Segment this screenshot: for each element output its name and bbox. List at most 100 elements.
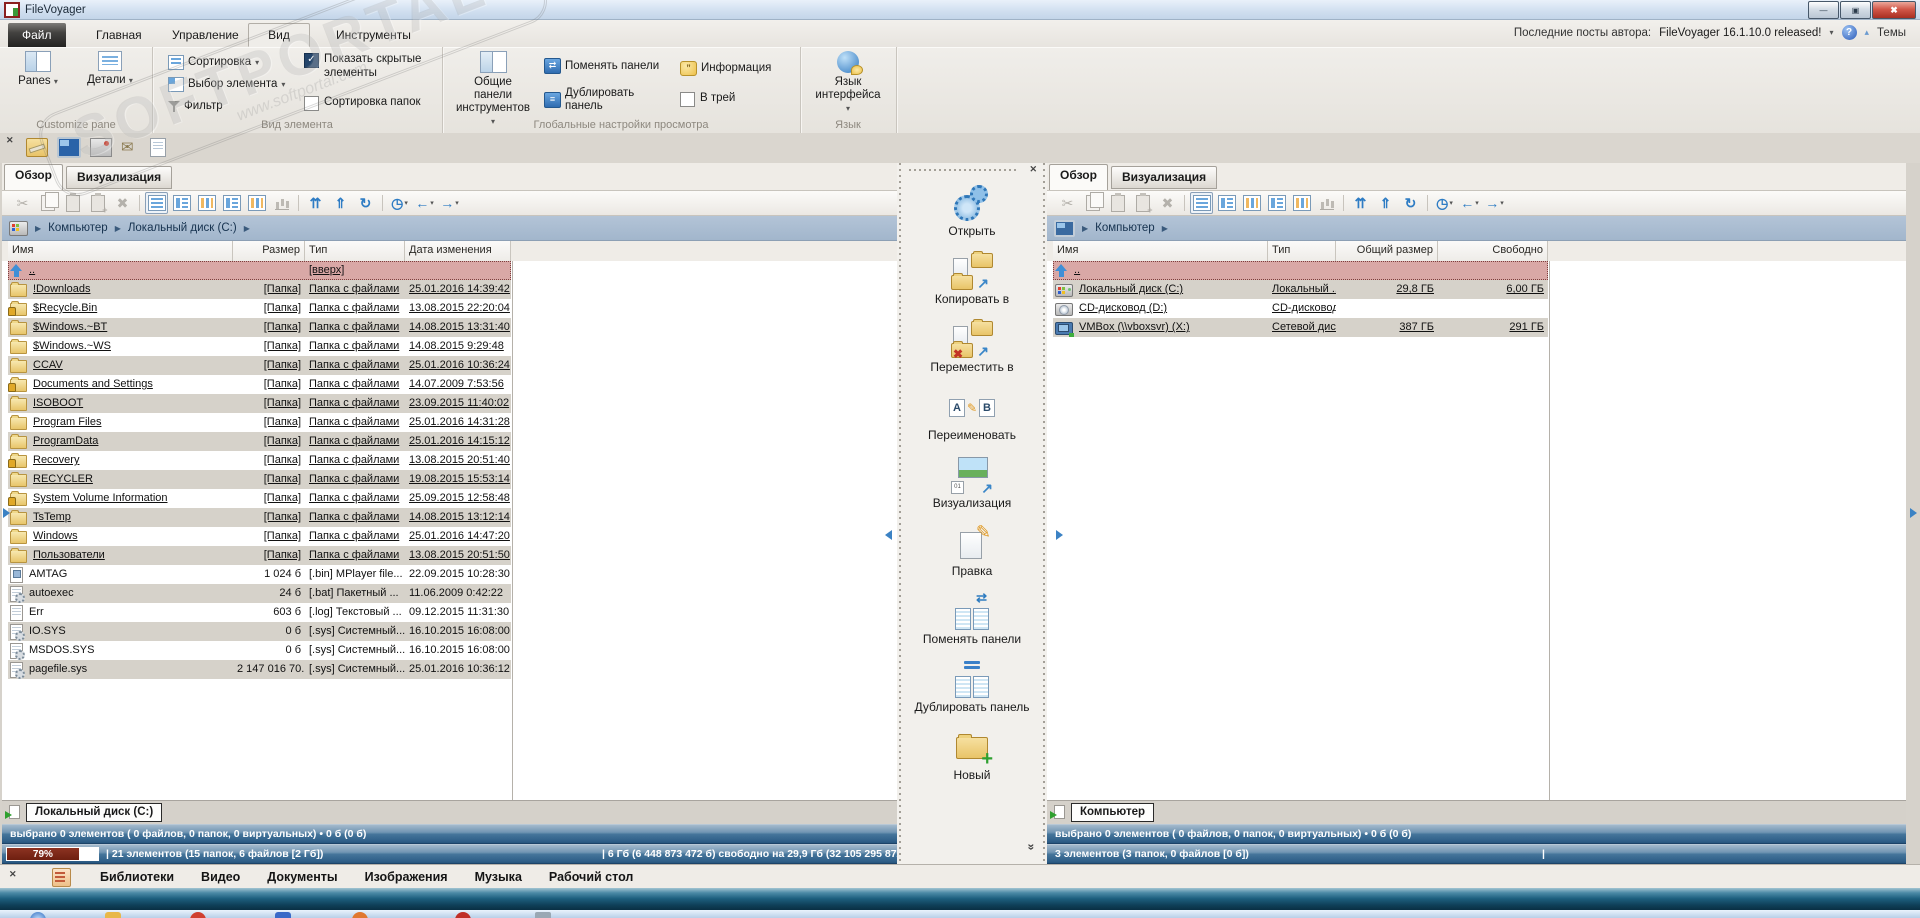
expand-right-panel-arrow[interactable] bbox=[1910, 508, 1917, 518]
collapse-left-pane-arrow[interactable] bbox=[885, 530, 892, 540]
link-video[interactable]: Видео bbox=[201, 870, 240, 884]
sort-folders-checkbox[interactable]: Сортировка папок bbox=[304, 95, 434, 111]
breadcrumb-item[interactable]: Локальный диск (C:) bbox=[128, 222, 237, 234]
close-links-bar-button[interactable]: ✕ bbox=[9, 869, 17, 880]
view-small-icons-icon[interactable] bbox=[195, 192, 218, 214]
view-list-grid-icon[interactable] bbox=[1265, 192, 1288, 214]
column-header-name[interactable]: Имя bbox=[8, 241, 233, 261]
drive-row[interactable]: Локальный диск (C:) Локальный ... 29,8 ГБ 6… bbox=[1053, 280, 1548, 299]
go-top-icon[interactable]: ⇈ bbox=[304, 192, 327, 214]
file-row[interactable]: Program Files [Папка] Папка с файлами 25.01… bbox=[8, 413, 511, 432]
tab-main[interactable]: Главная bbox=[82, 24, 156, 46]
view-columns-icon[interactable] bbox=[1315, 192, 1338, 214]
go-up-icon[interactable]: ⇑ bbox=[329, 192, 352, 214]
file-row[interactable]: ProgramData [Папка] Папка с файлами 25.01.2… bbox=[8, 432, 511, 451]
file-row[interactable]: System Volume Information [Папка] Папка с … bbox=[8, 489, 511, 508]
action-visualize-button[interactable]: 01 ↗ Визуализация bbox=[897, 457, 1047, 525]
forward-icon[interactable]: → ▾ bbox=[438, 192, 461, 214]
file-row[interactable]: Recovery [Папка] Папка с файлами 13.08.2015… bbox=[8, 451, 511, 470]
tab-view[interactable]: Вид bbox=[248, 23, 310, 47]
help-icon[interactable]: ? bbox=[1841, 25, 1857, 40]
copy-icon[interactable] bbox=[1081, 192, 1104, 214]
tray-checkbox[interactable]: В трей bbox=[680, 91, 735, 107]
taskbar-app-icon[interactable] bbox=[190, 912, 206, 918]
action-edit-button[interactable]: ✎ Правка bbox=[897, 523, 1047, 593]
taskbar-app-icon[interactable] bbox=[352, 912, 368, 918]
tab-visualization[interactable]: Визуализация bbox=[1111, 166, 1218, 189]
duplicate-panel-button[interactable]: ≡ Дублировать панель bbox=[544, 87, 664, 113]
details-button[interactable]: Детали ▾ bbox=[74, 51, 146, 87]
tab-file[interactable]: Файл bbox=[8, 23, 66, 47]
column-header-type[interactable]: Тип bbox=[305, 241, 405, 261]
copy-icon[interactable] bbox=[36, 192, 59, 214]
link-desktop[interactable]: Рабочий стол bbox=[549, 870, 633, 884]
action-copy-to-button[interactable]: ↗ Копировать в bbox=[897, 251, 1047, 321]
close-button[interactable]: ✖ bbox=[1872, 1, 1916, 19]
forward-icon[interactable]: → ▾ bbox=[1483, 192, 1506, 214]
file-row[interactable]: ISOBOOT [Папка] Папка с файлами 23.09.2015 … bbox=[8, 394, 511, 413]
action-swap-panels-button[interactable]: ⇄ Поменять панели bbox=[897, 590, 1047, 661]
file-row[interactable]: AMTAG 1 024 б [.bin] MPlayer file... 22.09.… bbox=[8, 565, 511, 584]
expand-left-panel-arrow[interactable] bbox=[3, 508, 10, 518]
swap-panels-button[interactable]: ⇄ Поменять панели bbox=[544, 57, 659, 75]
action-open-button[interactable]: Открыть bbox=[897, 185, 1047, 253]
tab-tools[interactable]: Инструменты bbox=[322, 24, 425, 46]
taskbar-app-icon[interactable] bbox=[455, 912, 471, 918]
drive-row[interactable]: CD-дисковод (D:) CD-дисковод bbox=[1053, 299, 1548, 318]
sort-button[interactable]: Сортировка ▾ bbox=[168, 53, 259, 71]
link-documents[interactable]: Документы bbox=[267, 870, 337, 884]
file-row[interactable]: $Windows.~WS [Папка] Папка с файлами 14.08.… bbox=[8, 337, 511, 356]
link-libraries[interactable]: Библиотеки bbox=[100, 870, 174, 884]
action-new-button[interactable]: + Новый bbox=[897, 729, 1047, 797]
view-list-icon[interactable] bbox=[145, 192, 168, 214]
link-images[interactable]: Изображения bbox=[365, 870, 448, 884]
view-details-icon[interactable] bbox=[1215, 192, 1238, 214]
interface-language-button[interactable]: Язык интерфейса ▾ bbox=[812, 51, 884, 115]
column-header-total-size[interactable]: Общий размер bbox=[1336, 241, 1438, 261]
select-element-button[interactable]: Выбор элемента ▾ bbox=[168, 75, 285, 93]
restore-button[interactable]: ▣ bbox=[1840, 1, 1871, 19]
file-row[interactable]: IO.SYS 0 б [.sys] Системный... 16.10.2015 1… bbox=[8, 622, 511, 641]
collapse-right-pane-arrow[interactable] bbox=[1056, 530, 1063, 540]
quick-mail-icon[interactable]: ✉ bbox=[121, 139, 141, 156]
view-tiles-icon[interactable] bbox=[1290, 192, 1313, 214]
cut-icon[interactable]: ✂ bbox=[11, 192, 34, 214]
left-location-tab[interactable]: Локальный диск (C:) bbox=[26, 803, 163, 822]
file-row[interactable]: $Windows.~BT [Папка] Папка с файлами 14.08.… bbox=[8, 318, 511, 337]
file-row[interactable]: Documents and Settings [Папка] Папка с фай… bbox=[8, 375, 511, 394]
close-middle-panel-button[interactable]: ✕ bbox=[1029, 164, 1037, 175]
breadcrumb-item[interactable]: Компьютер bbox=[1095, 222, 1155, 234]
history-icon[interactable]: ◷ ▾ bbox=[1433, 192, 1456, 214]
file-row[interactable]: TsTemp [Папка] Папка с файлами 14.08.2015 1… bbox=[8, 508, 511, 527]
author-post-dropdown[interactable]: FileVoyager 16.1.10.0 released! bbox=[1659, 27, 1821, 39]
tab-overview[interactable]: Обзор bbox=[1049, 164, 1108, 190]
column-header-date[interactable]: Дата изменения bbox=[405, 241, 511, 261]
back-icon[interactable]: ← ▾ bbox=[413, 192, 436, 214]
file-row-up[interactable]: .. bbox=[1053, 261, 1548, 280]
view-details-icon[interactable] bbox=[170, 192, 193, 214]
go-up-icon[interactable]: ⇑ bbox=[1374, 192, 1397, 214]
file-row[interactable]: CCAV [Папка] Папка с файлами 25.01.2016 10:… bbox=[8, 356, 511, 375]
history-icon[interactable]: ◷ ▾ bbox=[388, 192, 411, 214]
column-header-type[interactable]: Тип bbox=[1268, 241, 1336, 261]
action-move-to-button[interactable]: ✖ ↗ Переместить в bbox=[897, 319, 1047, 389]
information-button[interactable]: ” Информация bbox=[680, 59, 771, 77]
action-rename-button[interactable]: A ✎ B Переименовать bbox=[897, 389, 1047, 457]
file-row-up[interactable]: .. [вверх] bbox=[8, 261, 511, 280]
file-row[interactable]: Пользователи [Папка] Папка с файлами 13.08.… bbox=[8, 546, 511, 565]
column-header-name[interactable]: Имя bbox=[1053, 241, 1268, 261]
tab-overview[interactable]: Обзор bbox=[4, 164, 63, 190]
file-row[interactable]: autoexec 24 б [.bat] Пакетный ... 11.06.200… bbox=[8, 584, 511, 603]
file-row[interactable]: !Downloads [Папка] Папка с файлами 25.01.20… bbox=[8, 280, 511, 299]
panes-button[interactable]: Panes ▾ bbox=[2, 51, 74, 88]
view-tiles-icon[interactable] bbox=[245, 192, 268, 214]
taskbar-folder-icon[interactable] bbox=[105, 912, 121, 918]
common-toolbars-button[interactable]: Общие панели инструментов ▾ bbox=[454, 51, 532, 128]
delete-icon[interactable]: ✖ bbox=[111, 192, 134, 214]
refresh-icon[interactable]: ↻ bbox=[354, 192, 377, 214]
view-list-icon[interactable] bbox=[1190, 192, 1213, 214]
show-hidden-checkbox[interactable]: ✓ Показать скрытые элементы bbox=[304, 52, 434, 80]
drag-handle[interactable] bbox=[909, 169, 1017, 171]
back-icon[interactable]: ← ▾ bbox=[1458, 192, 1481, 214]
cut-icon[interactable]: ✂ bbox=[1056, 192, 1079, 214]
